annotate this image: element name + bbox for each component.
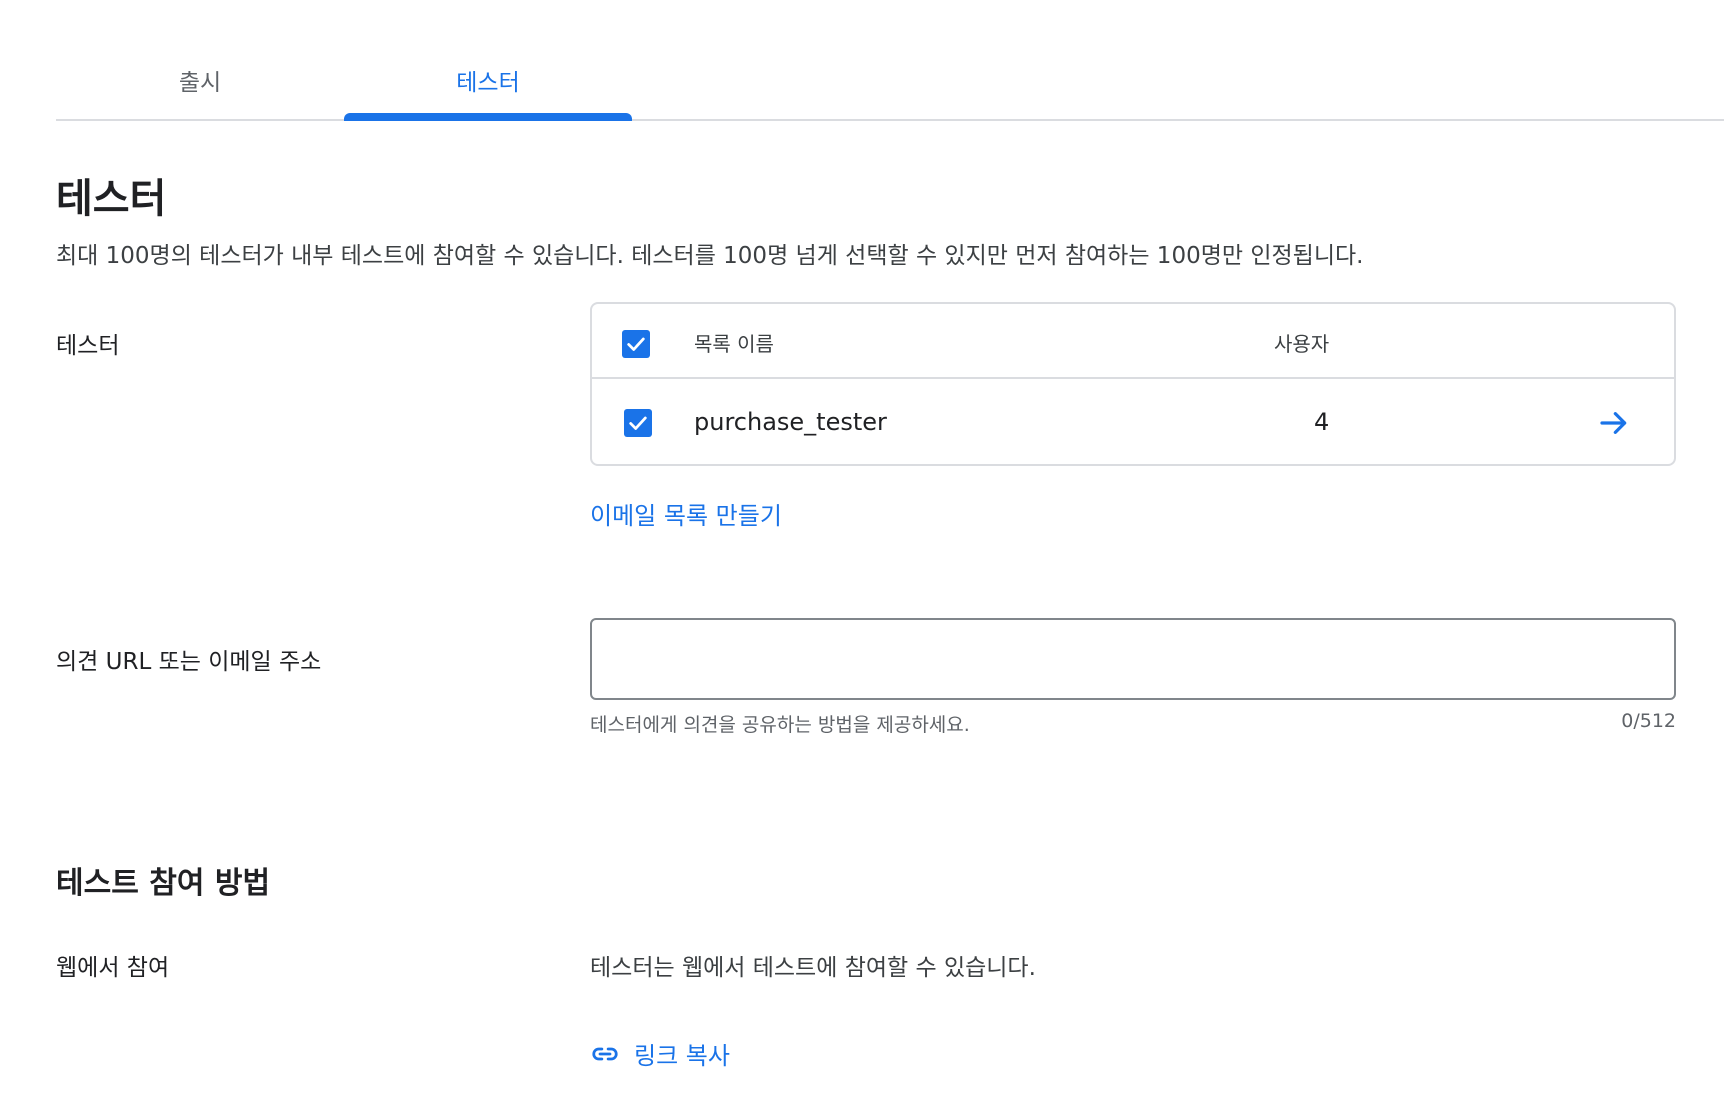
feedback-label: 의견 URL 또는 이메일 주소	[56, 649, 322, 675]
how-to-join-title: 테스트 참여 방법	[56, 866, 271, 901]
arrow-right-icon[interactable]	[1596, 405, 1632, 441]
link-icon	[590, 1039, 620, 1069]
table-header: 목록 이름 사용자	[592, 304, 1674, 379]
row-user-count: 4	[1314, 408, 1330, 436]
column-header-users: 사용자	[1274, 332, 1330, 356]
tab-testers[interactable]: 테스터	[344, 40, 632, 119]
select-all-checkbox[interactable]	[622, 330, 650, 358]
tab-release[interactable]: 출시	[56, 40, 344, 119]
tester-list-table: 목록 이름 사용자 purchase_tester 4	[590, 302, 1676, 466]
check-icon	[629, 416, 647, 430]
feedback-helper-text: 테스터에게 의견을 공유하는 방법을 제공하세요.	[590, 714, 970, 736]
section-description: 최대 100명의 테스터가 내부 테스트에 참여할 수 있습니다. 테스터를 1…	[56, 243, 1364, 269]
active-tab-indicator	[344, 113, 632, 121]
copy-link-label: 링크 복사	[634, 1042, 730, 1070]
testers-label: 테스터	[56, 333, 120, 359]
row-list-name: purchase_tester	[694, 408, 887, 436]
create-email-list-link[interactable]: 이메일 목록 만들기	[590, 496, 782, 531]
page: 출시 테스터 테스터 최대 100명의 테스터가 내부 테스트에 참여할 수 있…	[0, 0, 1724, 1118]
join-on-web-label: 웹에서 참여	[56, 955, 170, 981]
column-header-list-name: 목록 이름	[694, 332, 774, 356]
page-title: 테스터	[56, 176, 167, 222]
check-icon	[627, 337, 645, 351]
row-checkbox[interactable]	[624, 409, 652, 437]
table-row: purchase_tester 4	[592, 379, 1674, 464]
feedback-input[interactable]	[590, 618, 1676, 700]
tab-bar: 출시 테스터	[56, 40, 1724, 121]
feedback-char-count: 0/512	[1621, 710, 1676, 732]
copy-link-button[interactable]: 링크 복사	[590, 1036, 730, 1071]
join-on-web-description: 테스터는 웹에서 테스트에 참여할 수 있습니다.	[590, 955, 1036, 981]
